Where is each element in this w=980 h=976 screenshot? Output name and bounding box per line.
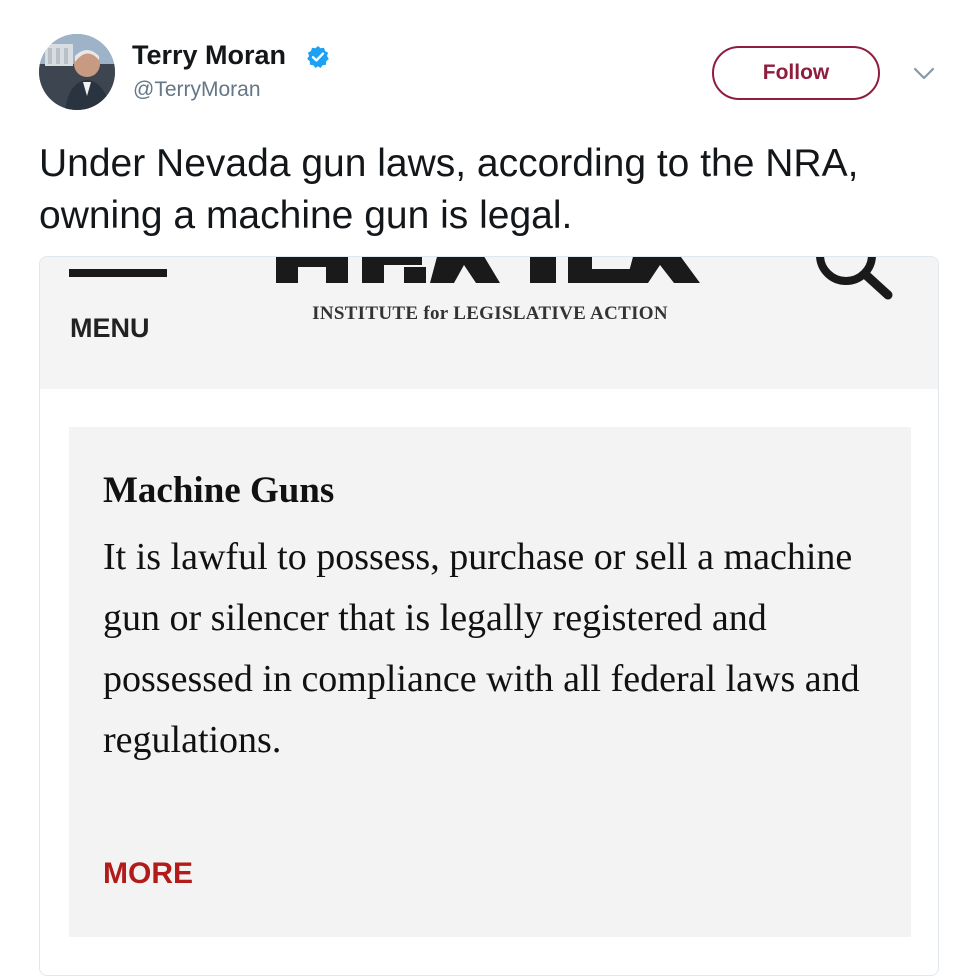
tweet-header: Terry Moran @TerryMoran Follow — [0, 0, 980, 130]
site-header: MENU INSTITUTE for LEGISLATIVE ACTION — [40, 257, 938, 389]
logo-subtitle: INSTITUTE for LEGISLATIVE ACTION — [312, 303, 668, 324]
more-link[interactable]: MORE — [103, 857, 193, 891]
menu-label[interactable]: MENU — [70, 313, 150, 344]
law-summary-box: Machine Guns It is lawful to possess, pu… — [69, 427, 911, 937]
tweet-text: Under Nevada gun laws, according to the … — [39, 142, 859, 237]
follow-button[interactable]: Follow — [712, 46, 880, 100]
section-title: Machine Guns — [103, 470, 335, 511]
hamburger-menu-icon[interactable] — [69, 269, 167, 277]
logo-wordmark-graphic — [276, 257, 700, 283]
user-handle[interactable]: @TerryMoran — [133, 78, 261, 102]
search-icon[interactable] — [810, 257, 900, 301]
nra-ila-logo — [268, 257, 708, 285]
section-body: It is lawful to possess, purchase or sel… — [103, 536, 860, 761]
embedded-image-card[interactable]: MENU INSTITUTE for LEGISLATIVE ACTION Ma… — [39, 256, 939, 976]
chevron-down-icon[interactable] — [912, 66, 936, 82]
user-name[interactable]: Terry Moran — [132, 40, 286, 71]
avatar-photo — [39, 34, 115, 110]
avatar[interactable] — [39, 34, 115, 110]
verified-badge-icon — [307, 46, 329, 68]
